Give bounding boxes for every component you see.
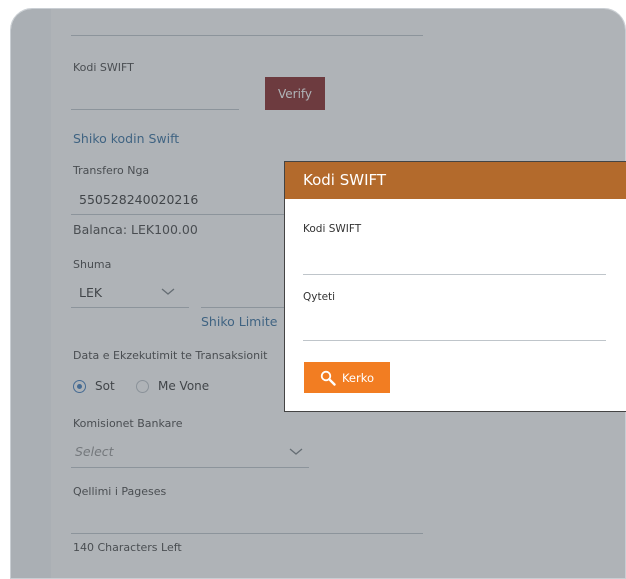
search-button[interactable]: Kerko xyxy=(304,362,390,393)
modal-city-label: Qyteti xyxy=(303,291,336,303)
modal-title: Kodi SWIFT xyxy=(285,162,626,199)
search-icon xyxy=(320,370,336,386)
swift-search-modal: Kodi SWIFT Kodi SWIFT Qyteti Kerko xyxy=(284,161,626,412)
modal-swift-input[interactable] xyxy=(303,274,606,275)
modal-city-input[interactable] xyxy=(303,340,606,341)
modal-swift-label: Kodi SWIFT xyxy=(303,223,362,235)
search-button-label: Kerko xyxy=(341,370,375,385)
